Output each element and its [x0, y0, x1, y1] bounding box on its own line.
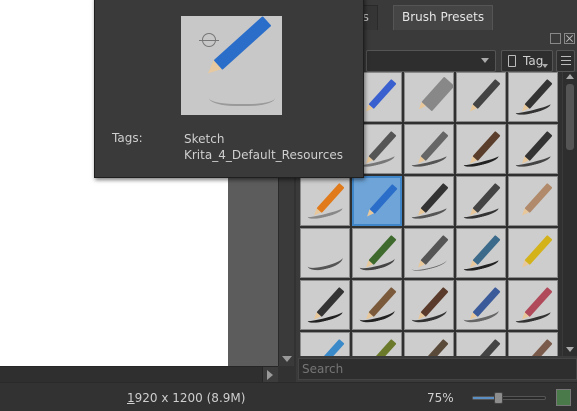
stroke-sample [358, 252, 396, 274]
float-icon[interactable] [550, 33, 561, 44]
tag-button[interactable]: Tag [501, 50, 553, 72]
preset-tile[interactable] [404, 72, 454, 122]
close-icon[interactable] [564, 33, 575, 44]
tag-value: Sketch [184, 132, 225, 146]
preset-tile[interactable] [352, 228, 402, 278]
preset-tile[interactable] [404, 228, 454, 278]
preset-tile[interactable] [508, 176, 558, 226]
status-bar: 1920 x 1200 (8.9M) 75% [0, 382, 577, 411]
zoom-slider-handle[interactable] [494, 392, 504, 404]
zoom-fit-icon[interactable] [556, 389, 571, 406]
list-view-icon-line [561, 60, 571, 61]
brush-icon [472, 339, 501, 356]
preset-tile[interactable] [352, 280, 402, 330]
preset-tile[interactable] [456, 124, 506, 174]
preset-tile[interactable] [456, 72, 506, 122]
brush-icon [316, 339, 345, 356]
preset-tile[interactable] [404, 176, 454, 226]
tags-label: Tags: [112, 131, 143, 145]
chevron-down-icon [542, 64, 548, 68]
tags-list: Sketch Krita_4_Default_Resources [184, 131, 343, 163]
preset-tile[interactable] [508, 280, 558, 330]
brush-icon [472, 79, 501, 109]
scroll-down-icon[interactable] [282, 356, 292, 362]
preset-grid-scrollbar[interactable] [563, 72, 577, 356]
brush-icon [420, 339, 449, 356]
pencil-icon [524, 183, 553, 213]
pencil-icon [213, 16, 272, 70]
preset-tile[interactable] [456, 176, 506, 226]
preset-tile[interactable] [508, 332, 558, 356]
eraser-icon [421, 76, 453, 112]
preset-search-input[interactable] [298, 358, 577, 380]
tag-value: Krita_4_Default_Resources [184, 148, 343, 162]
brush-icon [368, 79, 397, 109]
scroll-up-icon[interactable] [566, 74, 574, 79]
image-size-label[interactable]: 1920 x 1200 (8.9M) [127, 391, 245, 405]
preset-tile[interactable] [404, 280, 454, 330]
preset-tile[interactable] [300, 176, 350, 226]
preset-preview-image [181, 16, 282, 115]
stroke-sample [358, 304, 396, 326]
tag-button-label: Tag [523, 54, 544, 68]
chevron-down-icon [481, 58, 489, 63]
preset-tile[interactable] [456, 280, 506, 330]
scrollbar-thumb[interactable] [566, 84, 574, 150]
preset-tile-selected[interactable] [352, 176, 402, 226]
preset-tile[interactable] [508, 124, 558, 174]
zoom-level: 75% [427, 391, 454, 405]
tab-brush-presets[interactable]: Brush Presets [393, 5, 494, 30]
preset-tile[interactable] [404, 332, 454, 356]
preset-tile[interactable] [300, 332, 350, 356]
preset-tile[interactable] [456, 228, 506, 278]
preset-tile[interactable] [508, 228, 558, 278]
tag-icon [508, 55, 516, 67]
canvas-horizontal-scrollbar[interactable] [0, 366, 278, 383]
brush-outline-icon [199, 33, 219, 47]
preset-tile[interactable] [300, 228, 350, 278]
brush-icon [524, 339, 553, 356]
image-size-text: 920 x 1200 (8.9M) [134, 391, 246, 405]
scroll-right-button[interactable] [262, 367, 278, 383]
preset-tile[interactable] [508, 72, 558, 122]
stroke-sample [462, 304, 500, 326]
preset-tile[interactable] [456, 332, 506, 356]
pencil-icon [369, 184, 398, 214]
preset-tooltip: Tags: Sketch Krita_4_Default_Resources [94, 0, 364, 178]
preset-tile[interactable] [352, 332, 402, 356]
pen-icon [524, 235, 553, 265]
preset-tile[interactable] [300, 280, 350, 330]
list-view-icon-line [561, 64, 571, 65]
zoom-slider[interactable] [472, 392, 546, 404]
scroll-down-icon[interactable] [566, 347, 574, 352]
stroke-sample [410, 304, 448, 326]
image-size-hotkey: 1 [127, 391, 135, 405]
scroll-right-icon [267, 370, 273, 380]
brush-icon [368, 339, 397, 356]
list-view-icon [561, 56, 571, 57]
preset-tile[interactable] [404, 124, 454, 174]
view-mode-button[interactable] [556, 50, 575, 72]
stroke-sample [209, 86, 275, 106]
preset-filter-combo[interactable] [366, 50, 496, 72]
stroke-sample [305, 250, 345, 274]
